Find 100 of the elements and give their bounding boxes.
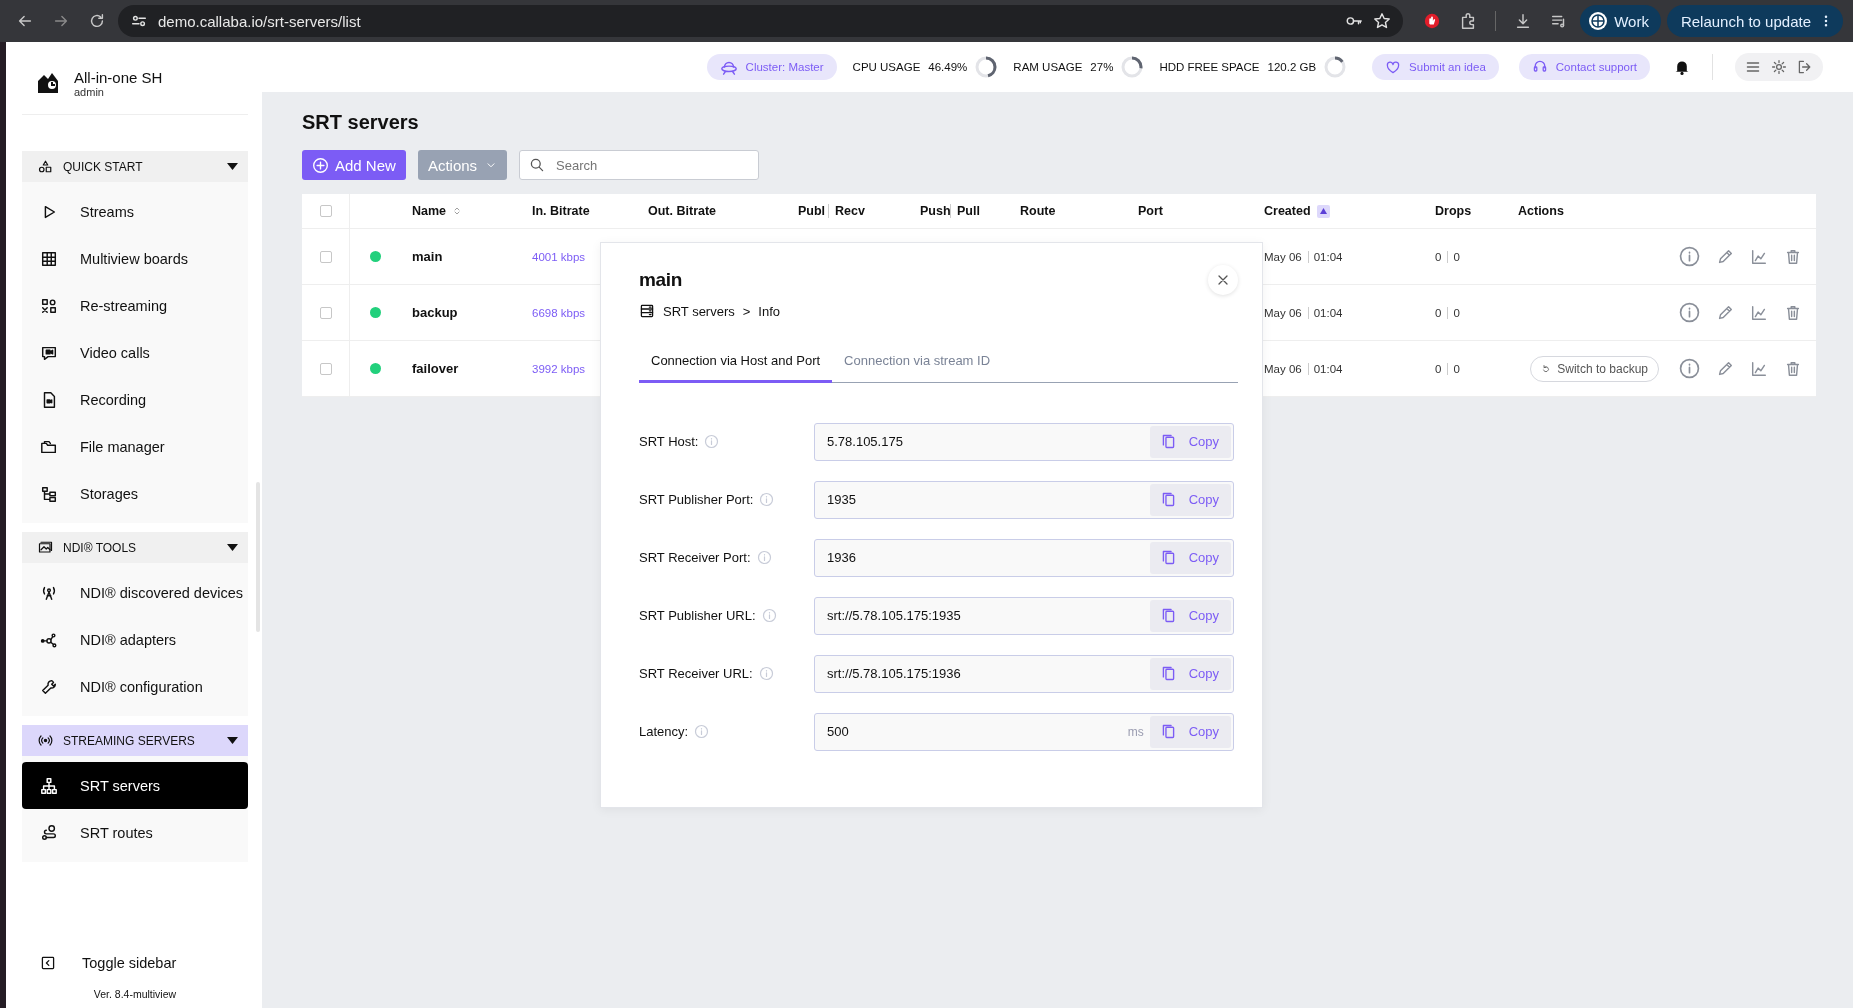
- cluster-badge[interactable]: Cluster: Master: [706, 54, 837, 80]
- sidebar-item[interactable]: Recording: [22, 376, 248, 423]
- sidebar-item[interactable]: Re-streaming: [22, 282, 248, 329]
- copy-button[interactable]: Copy: [1149, 483, 1231, 516]
- meter-label: CPU USAGE: [852, 61, 921, 73]
- field-label: SRT Host:: [639, 434, 699, 449]
- drops-value: 0: [1447, 306, 1460, 319]
- trash-icon: [1784, 303, 1802, 322]
- sidebar-item[interactable]: Streams: [22, 188, 248, 235]
- created-time: 01:04: [1307, 362, 1343, 375]
- column-header: Created: [1264, 204, 1311, 218]
- trash-icon: [1784, 247, 1802, 266]
- meter-reading: 27%: [1090, 61, 1114, 73]
- value-field[interactable]: srt://5.78.105.175:1936 Copy: [814, 654, 1234, 693]
- copy-button[interactable]: Copy: [1149, 599, 1231, 632]
- route-icon: [40, 823, 58, 842]
- info-icon: [761, 608, 777, 623]
- nodes-icon: [40, 630, 58, 649]
- plus-circle-icon: [312, 156, 329, 174]
- copy-button[interactable]: Copy: [1149, 657, 1231, 690]
- tree-icon: [40, 484, 58, 503]
- picture-frame-icon: [38, 540, 53, 555]
- breadcrumb-item: SRT servers: [663, 303, 735, 319]
- profile-button[interactable]: Work: [1580, 5, 1661, 37]
- sidebar-section-header[interactable]: QUICK START: [22, 151, 248, 182]
- search-icon: [529, 157, 546, 173]
- value-field[interactable]: 1936 Copy: [814, 538, 1234, 577]
- row-checkbox[interactable]: [319, 250, 332, 263]
- bitrate-value: 4001 kbps: [532, 250, 586, 263]
- add-new-button[interactable]: Add New: [302, 150, 406, 180]
- sidebar-item[interactable]: NDI® discovered devices: [22, 569, 248, 616]
- bell-icon[interactable]: [1674, 59, 1690, 75]
- wrench-icon: [40, 677, 58, 696]
- created-date: May 06: [1264, 306, 1302, 319]
- sidebar-item[interactable]: File manager: [22, 423, 248, 470]
- row-checkbox[interactable]: [319, 362, 332, 375]
- column-header: Out. Bitrate: [648, 204, 717, 218]
- contact-support-button[interactable]: Contact support: [1518, 54, 1650, 80]
- usage-ring: [1324, 56, 1347, 78]
- field-value: 5.78.105.175: [826, 434, 904, 449]
- column-header: Pull: [957, 204, 980, 218]
- breadcrumb-item: >: [742, 303, 751, 319]
- trash-icon: [1784, 359, 1802, 378]
- search-field[interactable]: Search: [519, 150, 760, 180]
- sidebar-section-header[interactable]: STREAMING SERVERS: [22, 725, 248, 756]
- collapse-icon: [40, 955, 56, 971]
- drops-value: 0: [1435, 306, 1442, 319]
- sidebar-item[interactable]: NDI® adapters: [22, 616, 248, 663]
- toggle-sidebar-button[interactable]: Toggle sidebar: [22, 948, 248, 978]
- sidebar-item[interactable]: SRT servers: [22, 762, 248, 809]
- star-icon: [1373, 12, 1392, 30]
- column-header: Drops: [1435, 204, 1472, 218]
- relaunch-button[interactable]: Relaunch to update: [1666, 5, 1843, 37]
- value-field[interactable]: 5.78.105.175 Copy: [814, 422, 1234, 461]
- sidebar-item[interactable]: Video calls: [22, 329, 248, 376]
- row-checkbox[interactable]: [319, 306, 332, 319]
- dialog-title: main: [639, 269, 683, 291]
- grid-icon: [40, 249, 58, 268]
- value-field[interactable]: 500 ms Copy: [814, 712, 1234, 751]
- select-all-checkbox[interactable]: [319, 205, 332, 217]
- menu-icon: [1745, 59, 1761, 75]
- created-time: 01:04: [1307, 306, 1343, 319]
- bitrate-value: 3992 kbps: [532, 362, 586, 375]
- copy-button[interactable]: Copy: [1149, 541, 1231, 574]
- tab[interactable]: Connection via Host and Port: [639, 353, 833, 383]
- sidebar-item[interactable]: Storages: [22, 470, 248, 517]
- sidebar-item[interactable]: NDI® configuration: [22, 663, 248, 710]
- copy-button[interactable]: Copy: [1149, 715, 1231, 748]
- created-date: May 06: [1264, 362, 1302, 375]
- copy-button[interactable]: Copy: [1149, 425, 1231, 458]
- info-icon: [704, 434, 720, 449]
- field-label: SRT Publisher URL:: [639, 608, 756, 623]
- submit-idea-button[interactable]: Submit an idea: [1372, 54, 1499, 80]
- server-name: main: [412, 249, 443, 264]
- sidebar-item[interactable]: Multiview boards: [22, 235, 248, 282]
- network-icon: [40, 776, 58, 795]
- server-icon: [639, 303, 655, 319]
- page-title: SRT servers: [302, 111, 420, 134]
- sidebar-section-header[interactable]: NDI® TOOLS: [22, 532, 248, 563]
- column-header: In. Bitrate: [532, 204, 590, 218]
- drops-value: 0: [1447, 362, 1460, 375]
- value-field[interactable]: srt://5.78.105.175:1935 Copy: [814, 596, 1234, 635]
- address-bar[interactable]: demo.callaba.io/srt-servers/list: [118, 5, 1404, 37]
- logout-icon: [1797, 59, 1813, 75]
- info-icon: [758, 666, 774, 681]
- field-value: srt://5.78.105.175:1936: [826, 666, 962, 681]
- sort-ascending-icon[interactable]: [1316, 204, 1330, 218]
- tab[interactable]: Connection via stream ID: [832, 353, 1003, 383]
- field-label: SRT Receiver Port:: [639, 550, 751, 565]
- meter-label: RAM USAGE: [1013, 61, 1083, 73]
- column-header: Name: [412, 204, 447, 218]
- switch-to-backup-button[interactable]: Switch to backup: [1530, 355, 1659, 382]
- heart-icon: [1385, 59, 1402, 75]
- column-header: Actions: [1518, 204, 1564, 218]
- pencil-icon: [1716, 303, 1734, 322]
- column-header: Port: [1138, 204, 1163, 218]
- sidebar-item[interactable]: SRT routes: [22, 809, 248, 856]
- value-field[interactable]: 1935 Copy: [814, 480, 1234, 519]
- meter-reading: 46.49%: [928, 61, 968, 73]
- chart-icon: [1750, 303, 1768, 322]
